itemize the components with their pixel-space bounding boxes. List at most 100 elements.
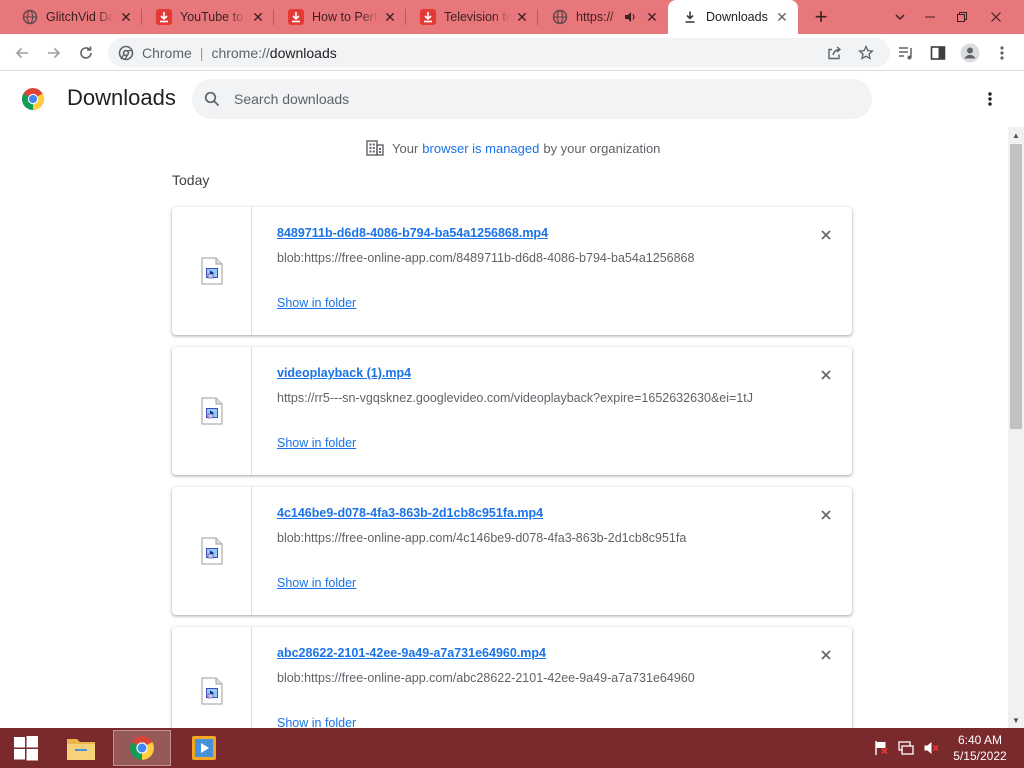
- video-file-icon: [200, 257, 224, 285]
- close-tab-icon[interactable]: ✕: [774, 9, 790, 25]
- video-file-icon: [200, 537, 224, 565]
- profile-avatar-icon[interactable]: [956, 39, 984, 67]
- tab-youtube-to[interactable]: YouTube to ✕: [142, 0, 274, 34]
- download-source-url[interactable]: blob:https://free-online-app.com/4c146be…: [277, 531, 782, 545]
- tab-glitchvid[interactable]: GlitchVid Da ✕: [8, 0, 142, 34]
- tab-television[interactable]: Television te ✕: [406, 0, 538, 34]
- download-red-icon: [420, 9, 436, 25]
- windows-logo-icon: [14, 736, 38, 761]
- chrome-site-icon: [118, 45, 134, 61]
- building-icon: [366, 140, 384, 156]
- download-red-icon: [288, 9, 304, 25]
- search-input[interactable]: [234, 91, 834, 107]
- managed-notice: Your browser is managed by your organiza…: [366, 140, 660, 156]
- video-player-taskbar-button[interactable]: [175, 730, 233, 766]
- side-panel-icon[interactable]: [924, 39, 952, 67]
- back-button[interactable]: [8, 39, 36, 67]
- search-downloads-box[interactable]: [192, 79, 872, 119]
- page-title: Downloads: [67, 85, 176, 110]
- scroll-up-arrow-icon[interactable]: ▲: [1008, 127, 1024, 143]
- video-player-icon: [192, 736, 216, 760]
- download-item: videoplayback (1).mp4 https://rr5---sn-v…: [172, 347, 852, 475]
- show-in-folder-link[interactable]: Show in folder: [277, 576, 356, 590]
- share-icon[interactable]: [820, 39, 848, 67]
- video-file-icon: [200, 677, 224, 705]
- download-source-url[interactable]: blob:https://free-online-app.com/abc2862…: [277, 671, 782, 685]
- date-group-label: Today: [172, 172, 210, 188]
- tab-title: How to Perfo: [312, 10, 378, 24]
- network-icon[interactable]: [897, 738, 915, 758]
- clock-date: 5/15/2022: [953, 749, 1007, 763]
- globe-icon: [552, 9, 568, 25]
- remove-download-button[interactable]: [816, 365, 836, 385]
- show-in-folder-link[interactable]: Show in folder: [277, 716, 356, 728]
- close-window-button[interactable]: [980, 0, 1012, 34]
- managed-link[interactable]: browser is managed: [422, 141, 539, 156]
- tab-search-chevron-icon[interactable]: [884, 0, 916, 34]
- close-tab-icon[interactable]: ✕: [644, 9, 660, 25]
- show-in-folder-link[interactable]: Show in folder: [277, 296, 356, 310]
- managed-suffix: by your organization: [543, 140, 661, 156]
- volume-muted-icon[interactable]: [922, 738, 940, 758]
- taskbar-clock[interactable]: 6:40 AM 5/15/2022: [946, 732, 1014, 764]
- close-tab-icon[interactable]: ✕: [514, 9, 530, 25]
- download-source-url[interactable]: https://rr5---sn-vgqsknez.googlevideo.co…: [277, 391, 782, 405]
- media-control-icon[interactable]: [892, 39, 920, 67]
- reload-button[interactable]: [72, 39, 100, 67]
- address-bar[interactable]: Chrome | chrome://downloads: [108, 38, 890, 67]
- new-tab-button[interactable]: +: [808, 4, 834, 29]
- download-filename-link[interactable]: abc28622-2101-42ee-9a49-a7a731e64960.mp4: [277, 646, 546, 660]
- scroll-down-arrow-icon[interactable]: ▼: [1008, 712, 1024, 728]
- close-tab-icon[interactable]: ✕: [382, 9, 398, 25]
- download-red-icon: [156, 9, 172, 25]
- tab-title: Television te: [444, 10, 510, 24]
- remove-download-button[interactable]: [816, 645, 836, 665]
- download-filename-link[interactable]: 4c146be9-d078-4fa3-863b-2d1cb8c951fa.mp4: [277, 506, 543, 520]
- download-item: 8489711b-d6d8-4086-b794-ba54a1256868.mp4…: [172, 207, 852, 335]
- site-label: Chrome: [142, 44, 192, 61]
- remove-download-button[interactable]: [816, 505, 836, 525]
- forward-button[interactable]: [40, 39, 68, 67]
- close-icon: [821, 370, 831, 380]
- download-source-url[interactable]: blob:https://free-online-app.com/8489711…: [277, 251, 782, 265]
- bookmark-star-icon[interactable]: [852, 39, 880, 67]
- clock-time: 6:40 AM: [957, 733, 1003, 747]
- download-filename-link[interactable]: videoplayback (1).mp4: [277, 366, 411, 380]
- tab-how-to-perform[interactable]: How to Perfo ✕: [274, 0, 406, 34]
- download-filename-link[interactable]: 8489711b-d6d8-4086-b794-ba54a1256868.mp4: [277, 226, 548, 240]
- restore-button[interactable]: [946, 0, 978, 34]
- chrome-icon: [130, 736, 154, 760]
- download-icon: [682, 9, 698, 25]
- download-item: abc28622-2101-42ee-9a49-a7a731e64960.mp4…: [172, 627, 852, 728]
- remove-download-button[interactable]: [816, 225, 836, 245]
- browser-toolbar: Chrome | chrome://downloads: [0, 34, 1024, 71]
- scrollbar-thumb[interactable]: [1010, 144, 1022, 429]
- action-center-flag-icon[interactable]: [872, 738, 890, 758]
- tab-https[interactable]: https:// ✕: [538, 0, 668, 34]
- download-item: 4c146be9-d078-4fa3-863b-2d1cb8c951fa.mp4…: [172, 487, 852, 615]
- downloads-list: Your browser is managed by your organiza…: [0, 127, 1008, 728]
- downloads-header: Downloads: [0, 71, 1024, 127]
- file-explorer-taskbar-button[interactable]: [52, 730, 110, 766]
- minimize-button[interactable]: [914, 0, 946, 34]
- tab-title: GlitchVid Da: [46, 10, 114, 24]
- close-icon: [821, 510, 831, 520]
- close-tab-icon[interactable]: ✕: [118, 9, 134, 25]
- url-host: downloads: [269, 44, 337, 61]
- show-in-folder-link[interactable]: Show in folder: [277, 436, 356, 450]
- downloads-menu-icon[interactable]: [978, 87, 1002, 111]
- chrome-logo-icon: [21, 87, 45, 111]
- globe-icon: [22, 9, 38, 25]
- tab-title: https://: [576, 10, 614, 24]
- start-button[interactable]: [0, 728, 52, 768]
- speaker-icon[interactable]: [622, 9, 638, 25]
- browser-menu-icon[interactable]: [988, 39, 1016, 67]
- close-tab-icon[interactable]: ✕: [250, 9, 266, 25]
- chrome-taskbar-button[interactable]: [113, 730, 171, 766]
- vertical-scrollbar[interactable]: ▲ ▼: [1008, 127, 1024, 728]
- tab-downloads[interactable]: Downloads ✕: [668, 0, 798, 34]
- windows-taskbar: 6:40 AM 5/15/2022: [0, 728, 1024, 768]
- tab-strip: GlitchVid Da ✕ YouTube to ✕ How to Perfo…: [0, 0, 1024, 34]
- managed-prefix: Your: [392, 140, 419, 156]
- tab-title: Downloads: [706, 10, 768, 24]
